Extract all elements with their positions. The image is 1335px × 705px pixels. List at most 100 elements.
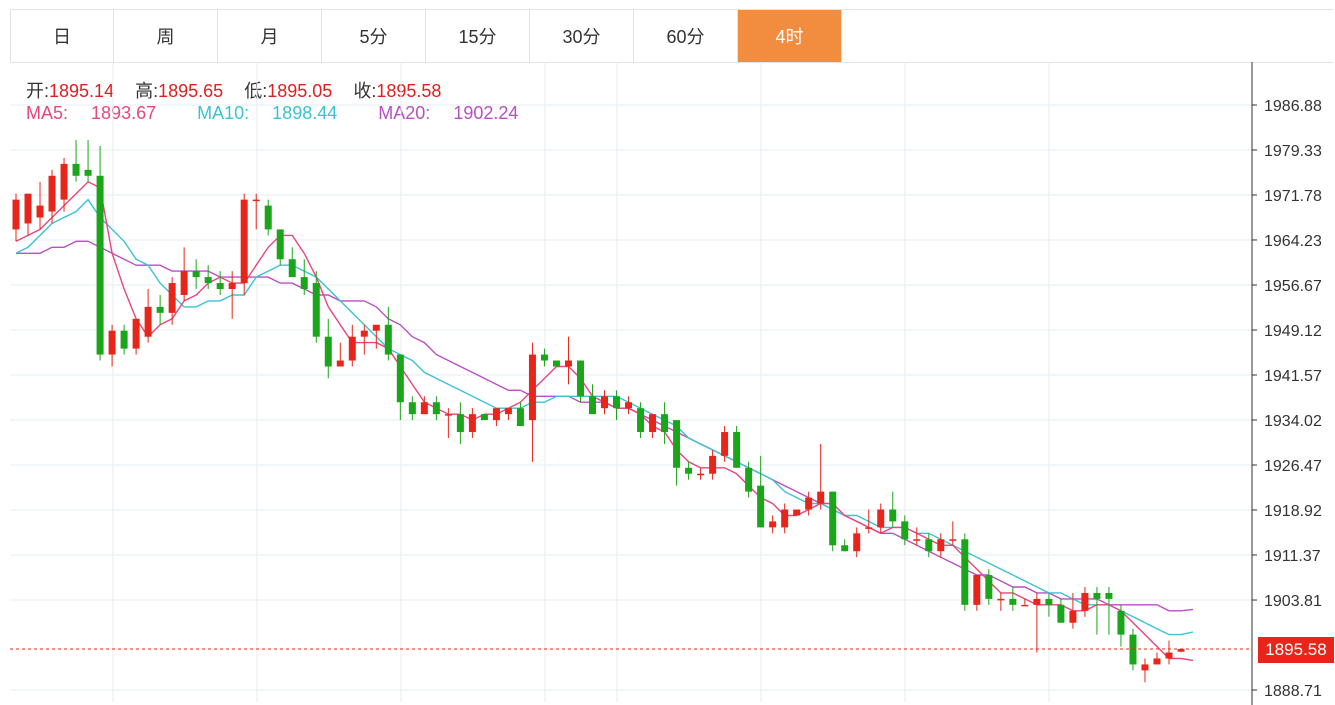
candle-body [48, 175, 56, 212]
candle-body [360, 330, 368, 337]
candle-body [288, 259, 296, 278]
y-tick-label: 1934.02 [1264, 413, 1322, 430]
candle-body [12, 199, 20, 230]
candle-body [889, 509, 897, 522]
candle-body [985, 575, 993, 599]
current-price-tag: 1895.58 [1258, 637, 1334, 663]
candle-body [84, 169, 92, 176]
candle-body [937, 539, 945, 552]
candle-body [745, 467, 753, 492]
candle-body [96, 175, 104, 355]
candle-body [156, 306, 164, 313]
candle-body [901, 521, 909, 540]
candle-body [564, 360, 572, 367]
candle-body [1033, 598, 1041, 605]
candle-body [637, 408, 645, 433]
candle-body [1045, 598, 1053, 605]
candle-body [1081, 592, 1089, 611]
candle-body [396, 354, 404, 403]
candle-body [877, 509, 885, 528]
candle-body [588, 396, 596, 415]
candlestick-chart[interactable]: 1986.88 1979.33 1971.78 1964.23 1956.67 1949.… [0, 0, 1335, 705]
candle-body [216, 283, 224, 290]
candle-body [384, 324, 392, 355]
candle-body [1153, 658, 1161, 665]
candle-body [781, 509, 789, 528]
candle-body [252, 199, 260, 202]
candle-body [132, 318, 140, 349]
candle-body [925, 539, 933, 552]
candle-body [1165, 652, 1173, 659]
candle-body [276, 229, 284, 260]
candle-body [192, 271, 200, 278]
candle-body [1009, 598, 1017, 605]
y-tick-label: 1964.23 [1264, 233, 1322, 250]
candle-body [1069, 610, 1077, 623]
candle-body [300, 277, 308, 290]
candle-body [432, 402, 440, 415]
candle-body [829, 491, 837, 546]
candle-body [961, 539, 969, 605]
candle-body [913, 539, 921, 541]
y-tick-label: 1979.33 [1264, 143, 1322, 160]
candle-body [444, 414, 452, 416]
candle-body [1093, 592, 1101, 599]
y-tick-label: 1949.12 [1264, 323, 1322, 340]
candle-body [480, 414, 488, 421]
candle-body [973, 575, 981, 605]
candle-body [757, 485, 765, 528]
y-tick-label: 1903.81 [1264, 593, 1322, 610]
candle-body [709, 455, 717, 474]
candle-body [72, 163, 80, 176]
candle-body [204, 277, 212, 284]
candle-body [661, 414, 669, 433]
y-tick-label: 1941.57 [1264, 368, 1322, 385]
candle-body [673, 420, 681, 468]
ma5-line [15, 180, 1194, 662]
y-tick-label: 1986.88 [1264, 98, 1322, 115]
candle-body [264, 205, 272, 230]
candle-body [865, 527, 873, 529]
candle-body [468, 414, 476, 433]
ma10-line [15, 198, 1194, 636]
candle-body [120, 330, 128, 349]
candle-body [769, 521, 777, 528]
candle-body [552, 360, 560, 367]
y-tick-label: 1926.47 [1264, 458, 1322, 475]
candle-body [649, 414, 657, 433]
candle-body [504, 408, 512, 415]
candle-body [685, 467, 693, 474]
candle-body [372, 324, 380, 331]
candle-body [576, 360, 584, 397]
candle-body [180, 271, 188, 295]
candle-body [228, 283, 236, 290]
y-tick-label: 1971.78 [1264, 188, 1322, 205]
candle-body [312, 283, 320, 337]
candle-body [793, 509, 801, 516]
candle-body [456, 414, 464, 433]
candle-body [613, 396, 621, 409]
candle-body [625, 402, 633, 409]
candle-body [60, 163, 68, 200]
candle-body [721, 432, 729, 456]
candle-body [408, 402, 416, 415]
candle-body [324, 336, 332, 367]
candle-body [528, 354, 536, 421]
candle-body [420, 402, 428, 415]
candle-body [36, 205, 44, 218]
candle-body [336, 360, 344, 367]
candle-body [949, 539, 957, 541]
candle-body [540, 354, 548, 361]
y-tick-label: 1888.71 [1264, 683, 1322, 700]
candle-body [1105, 592, 1113, 599]
candle-body [516, 408, 524, 427]
candle-body [1021, 604, 1029, 607]
candle-body [1057, 604, 1065, 623]
y-tick-label: 1956.67 [1264, 278, 1322, 295]
candle-body [997, 598, 1005, 601]
candle-body [492, 408, 500, 421]
candle-body [1117, 610, 1125, 635]
candle-body [805, 497, 813, 510]
candle-body [168, 283, 176, 313]
candle-body [1141, 664, 1149, 671]
